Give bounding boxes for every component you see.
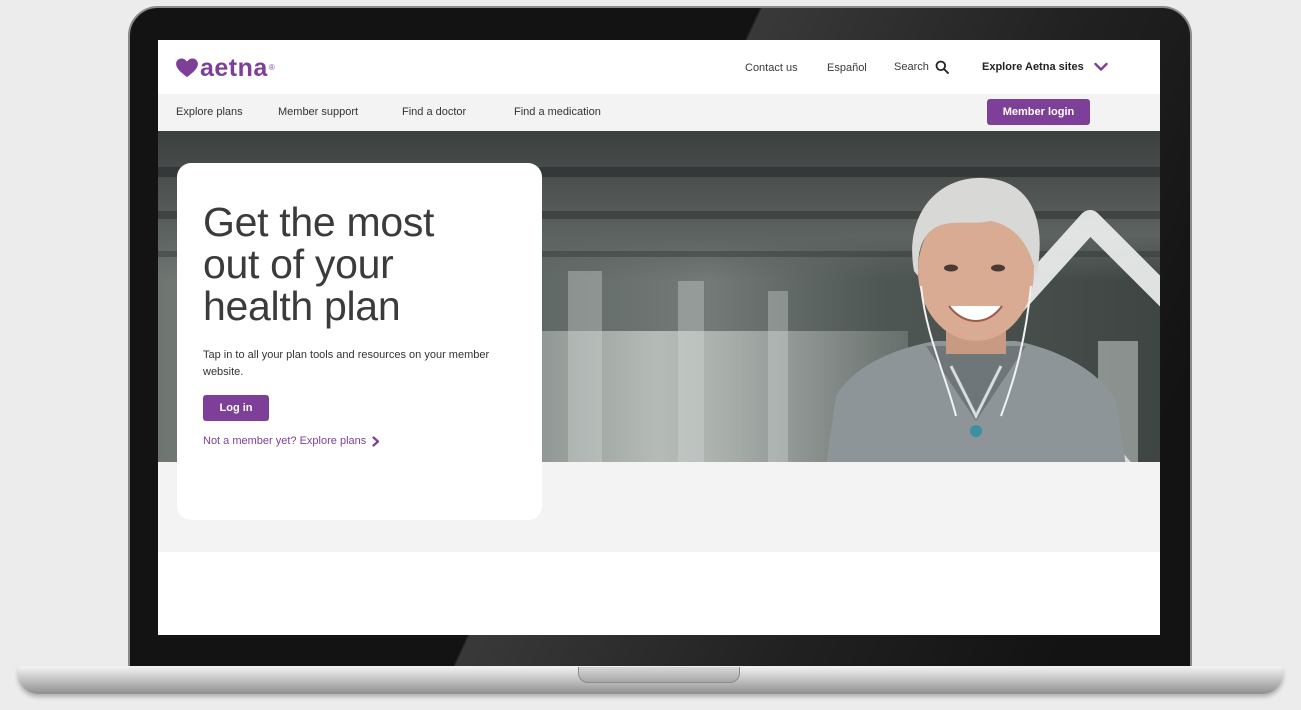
member-login-button[interactable]: Member login [987,99,1090,125]
white-section [158,552,1160,635]
nav-explore-plans[interactable]: Explore plans [176,106,243,118]
chevron-down-icon [1093,62,1108,71]
hero-card: Get the most out of your health plan Tap… [177,163,542,520]
search-button[interactable]: Search [894,60,949,74]
hero-pillar [568,271,602,462]
hero-title: Get the most out of your health plan [203,201,516,327]
hero-title-line: out of your [203,241,394,287]
search-label: Search [894,61,929,73]
logo-wordmark: aetna [200,54,268,82]
explore-aetna-sites-dropdown[interactable]: Explore Aetna sites [982,61,1108,73]
woman-photo [826,177,1126,462]
contact-us-link[interactable]: Contact us [745,62,798,74]
laptop-notch [578,667,740,683]
explore-sites-label: Explore Aetna sites [982,61,1084,73]
nav-find-a-medication[interactable]: Find a medication [514,106,601,118]
hero-title-line: Get the most [203,199,435,245]
hero-pillar [768,291,788,462]
registered-mark: ® [268,63,275,72]
search-icon [935,60,949,74]
log-in-button[interactable]: Log in [203,395,269,421]
nav-find-a-doctor[interactable]: Find a doctor [402,106,466,118]
aetna-logo[interactable]: aetna ® [176,54,275,82]
hero-title-line: health plan [203,283,401,329]
nav-member-support[interactable]: Member support [278,106,358,118]
heart-icon [176,58,198,78]
explore-plans-link-label: Not a member yet? Explore plans [203,435,367,447]
header-top: aetna ® Contact us Español Search Explor… [158,40,1160,94]
laptop-mockup: aetna ® Contact us Español Search Explor… [0,0,1301,710]
explore-plans-link[interactable]: Not a member yet? Explore plans [203,435,516,447]
hero-description: Tap in to all your plan tools and resour… [203,349,490,378]
hero-pillar [678,281,704,462]
espanol-link[interactable]: Español [827,62,867,74]
main-nav: Explore plans Member support Find a doct… [158,94,1160,131]
browser-screen: aetna ® Contact us Español Search Explor… [158,40,1160,635]
chevron-right-icon [372,435,380,447]
